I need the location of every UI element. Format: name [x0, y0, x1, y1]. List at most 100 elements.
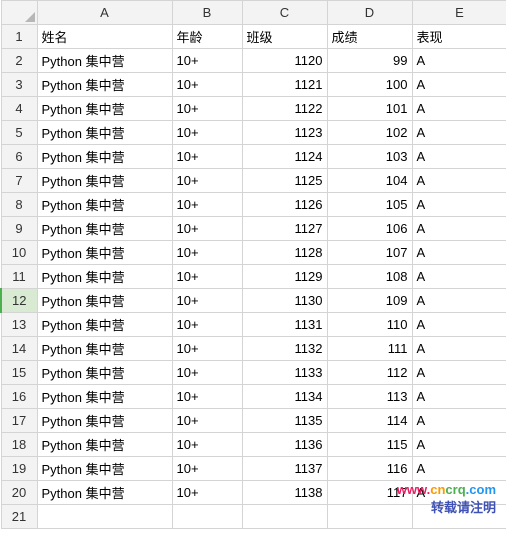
row-header-14[interactable]: 14 — [1, 337, 37, 361]
cell-B7[interactable]: 10+ — [172, 169, 242, 193]
spreadsheet-grid[interactable]: A B C D E 1姓名年龄班级成绩表现2Python 集中营10+11209… — [0, 0, 506, 529]
cell-B20[interactable]: 10+ — [172, 481, 242, 505]
cell-C20[interactable]: 1138 — [242, 481, 327, 505]
cell-E13[interactable]: A — [412, 313, 506, 337]
cell-E4[interactable]: A — [412, 97, 506, 121]
select-all-corner[interactable] — [1, 1, 37, 25]
row-header-17[interactable]: 17 — [1, 409, 37, 433]
cell-A18[interactable]: Python 集中营 — [37, 433, 172, 457]
col-header-b[interactable]: B — [172, 1, 242, 25]
cell-D2[interactable]: 99 — [327, 49, 412, 73]
row-header-9[interactable]: 9 — [1, 217, 37, 241]
cell-B5[interactable]: 10+ — [172, 121, 242, 145]
cell-B18[interactable]: 10+ — [172, 433, 242, 457]
cell-C4[interactable]: 1122 — [242, 97, 327, 121]
cell-C6[interactable]: 1124 — [242, 145, 327, 169]
cell-A4[interactable]: Python 集中营 — [37, 97, 172, 121]
cell-D17[interactable]: 114 — [327, 409, 412, 433]
cell-E10[interactable]: A — [412, 241, 506, 265]
cell-C2[interactable]: 1120 — [242, 49, 327, 73]
cell-C3[interactable]: 1121 — [242, 73, 327, 97]
cell-C7[interactable]: 1125 — [242, 169, 327, 193]
cell-E14[interactable]: A — [412, 337, 506, 361]
cell-E5[interactable]: A — [412, 121, 506, 145]
cell-A3[interactable]: Python 集中营 — [37, 73, 172, 97]
cell-C19[interactable]: 1137 — [242, 457, 327, 481]
cell-B3[interactable]: 10+ — [172, 73, 242, 97]
cell-A11[interactable]: Python 集中营 — [37, 265, 172, 289]
cell-D19[interactable]: 116 — [327, 457, 412, 481]
cell-E9[interactable]: A — [412, 217, 506, 241]
cell-E15[interactable]: A — [412, 361, 506, 385]
cell-C1[interactable]: 班级 — [242, 25, 327, 49]
cell-B4[interactable]: 10+ — [172, 97, 242, 121]
row-header-4[interactable]: 4 — [1, 97, 37, 121]
cell-A19[interactable]: Python 集中营 — [37, 457, 172, 481]
cell-A12[interactable]: Python 集中营 — [37, 289, 172, 313]
cell-C13[interactable]: 1131 — [242, 313, 327, 337]
cell-E19[interactable]: A — [412, 457, 506, 481]
row-header-16[interactable]: 16 — [1, 385, 37, 409]
cell-C8[interactable]: 1126 — [242, 193, 327, 217]
cell-C5[interactable]: 1123 — [242, 121, 327, 145]
cell-A9[interactable]: Python 集中营 — [37, 217, 172, 241]
row-header-20[interactable]: 20 — [1, 481, 37, 505]
row-header-3[interactable]: 3 — [1, 73, 37, 97]
cell-D7[interactable]: 104 — [327, 169, 412, 193]
cell-B2[interactable]: 10+ — [172, 49, 242, 73]
cell-A21[interactable] — [37, 505, 172, 529]
cell-B19[interactable]: 10+ — [172, 457, 242, 481]
cell-E12[interactable]: A — [412, 289, 506, 313]
cell-B1[interactable]: 年龄 — [172, 25, 242, 49]
cell-C15[interactable]: 1133 — [242, 361, 327, 385]
cell-B10[interactable]: 10+ — [172, 241, 242, 265]
cell-E1[interactable]: 表现 — [412, 25, 506, 49]
cell-B17[interactable]: 10+ — [172, 409, 242, 433]
cell-B14[interactable]: 10+ — [172, 337, 242, 361]
row-header-15[interactable]: 15 — [1, 361, 37, 385]
row-header-10[interactable]: 10 — [1, 241, 37, 265]
cell-A13[interactable]: Python 集中营 — [37, 313, 172, 337]
cell-D21[interactable] — [327, 505, 412, 529]
cell-E18[interactable]: A — [412, 433, 506, 457]
row-header-13[interactable]: 13 — [1, 313, 37, 337]
cell-B15[interactable]: 10+ — [172, 361, 242, 385]
cell-D9[interactable]: 106 — [327, 217, 412, 241]
cell-E21[interactable] — [412, 505, 506, 529]
row-header-18[interactable]: 18 — [1, 433, 37, 457]
cell-D12[interactable]: 109 — [327, 289, 412, 313]
cell-E20[interactable]: A — [412, 481, 506, 505]
cell-D15[interactable]: 112 — [327, 361, 412, 385]
cell-D8[interactable]: 105 — [327, 193, 412, 217]
cell-A14[interactable]: Python 集中营 — [37, 337, 172, 361]
cell-A20[interactable]: Python 集中营 — [37, 481, 172, 505]
row-header-5[interactable]: 5 — [1, 121, 37, 145]
cell-B9[interactable]: 10+ — [172, 217, 242, 241]
cell-D11[interactable]: 108 — [327, 265, 412, 289]
cell-A17[interactable]: Python 集中营 — [37, 409, 172, 433]
cell-B13[interactable]: 10+ — [172, 313, 242, 337]
cell-D18[interactable]: 115 — [327, 433, 412, 457]
col-header-d[interactable]: D — [327, 1, 412, 25]
cell-A5[interactable]: Python 集中营 — [37, 121, 172, 145]
cell-C10[interactable]: 1128 — [242, 241, 327, 265]
cell-E2[interactable]: A — [412, 49, 506, 73]
cell-D5[interactable]: 102 — [327, 121, 412, 145]
cell-B6[interactable]: 10+ — [172, 145, 242, 169]
cell-A8[interactable]: Python 集中营 — [37, 193, 172, 217]
cell-A7[interactable]: Python 集中营 — [37, 169, 172, 193]
col-header-e[interactable]: E — [412, 1, 506, 25]
row-header-21[interactable]: 21 — [1, 505, 37, 529]
cell-C11[interactable]: 1129 — [242, 265, 327, 289]
cell-B12[interactable]: 10+ — [172, 289, 242, 313]
cell-C18[interactable]: 1136 — [242, 433, 327, 457]
row-header-1[interactable]: 1 — [1, 25, 37, 49]
row-header-12[interactable]: 12 — [1, 289, 37, 313]
cell-B16[interactable]: 10+ — [172, 385, 242, 409]
row-header-19[interactable]: 19 — [1, 457, 37, 481]
cell-A10[interactable]: Python 集中营 — [37, 241, 172, 265]
cell-D1[interactable]: 成绩 — [327, 25, 412, 49]
cell-D10[interactable]: 107 — [327, 241, 412, 265]
cell-C21[interactable] — [242, 505, 327, 529]
row-header-6[interactable]: 6 — [1, 145, 37, 169]
